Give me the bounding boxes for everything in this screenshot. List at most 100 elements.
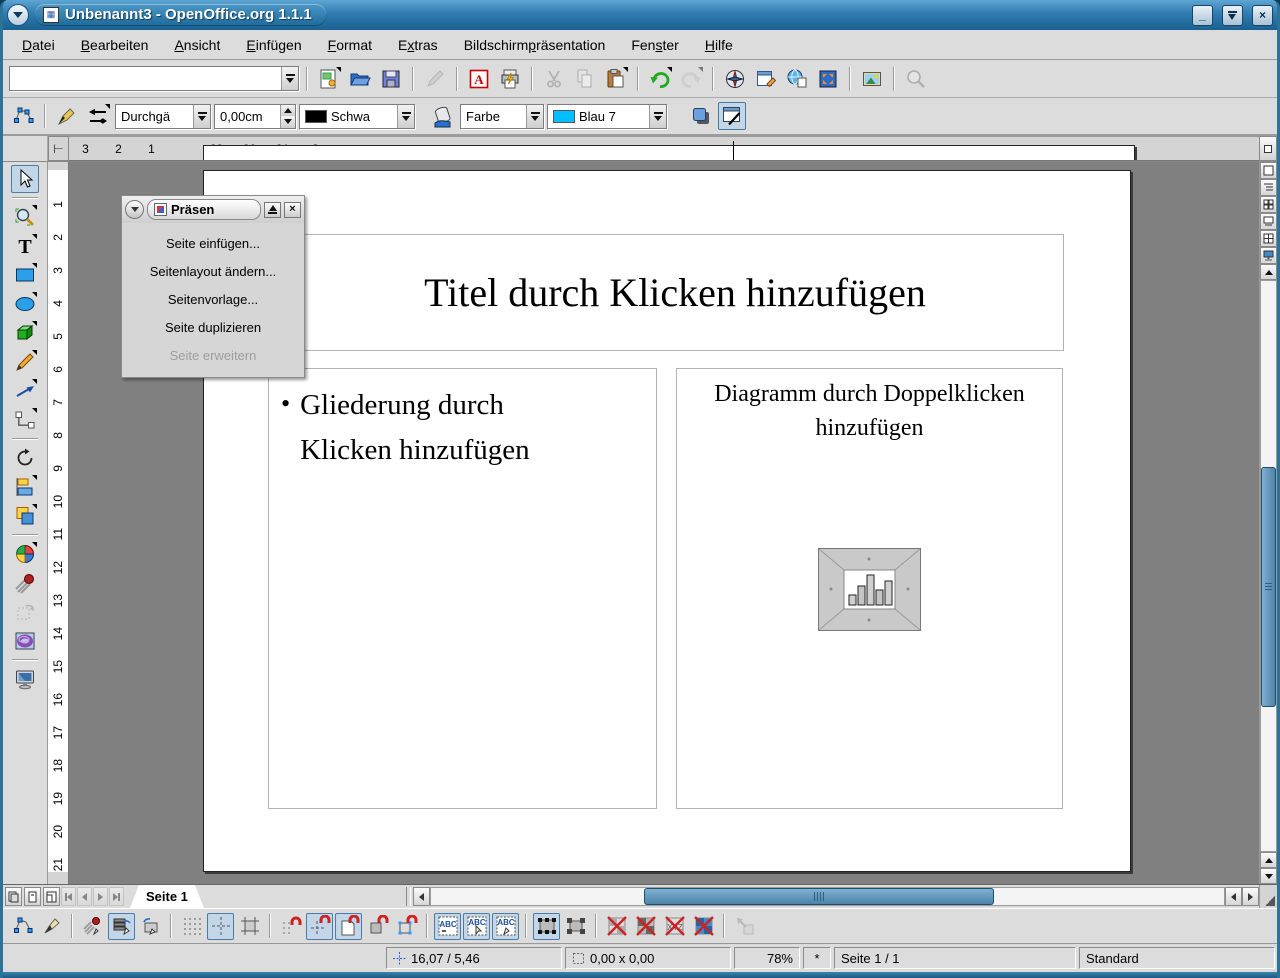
scroll-right-button[interactable] [1242, 887, 1259, 906]
area-fill-dropdown[interactable] [526, 105, 543, 128]
rotate-tool-button[interactable] [11, 444, 39, 472]
zoom-level-field[interactable]: 78% [734, 947, 800, 969]
redo-button[interactable] [677, 65, 705, 93]
picture-placeholder-toggle[interactable] [603, 913, 630, 940]
text-doubleclick-mode-toggle[interactable]: ABC [492, 913, 519, 940]
glue-points-toggle[interactable] [38, 913, 65, 940]
start-presentation-button[interactable] [11, 665, 39, 693]
drawing-view-button[interactable] [1260, 162, 1277, 179]
area-color-combo[interactable]: Blau 7 [547, 104, 667, 129]
exit-all-groups-button[interactable] [731, 913, 758, 940]
layer-mode-button[interactable] [43, 887, 60, 906]
line-color-dropdown[interactable] [397, 105, 414, 128]
snap-to-grid-toggle[interactable] [277, 913, 304, 940]
menu-item[interactable]: Fenster [618, 33, 691, 57]
workspace[interactable]: Titel durch Klicken hinzufügen • Glieder… [69, 162, 1259, 884]
menu-item[interactable]: Extras [385, 33, 451, 57]
palette-rollup-button[interactable] [264, 202, 281, 218]
palette-close-button[interactable]: × [284, 202, 301, 218]
edit-file-button[interactable] [421, 65, 449, 93]
hyperlink-button[interactable] [783, 65, 811, 93]
window-menu-button[interactable] [7, 4, 29, 26]
line-width-spin-buttons[interactable] [280, 105, 295, 128]
select-text-area-toggle[interactable] [137, 913, 164, 940]
search-button[interactable] [902, 65, 930, 93]
simple-handles-toggle[interactable] [533, 913, 560, 940]
palette-item[interactable]: Seitenlayout ändern... [122, 257, 304, 285]
connector-tool-button[interactable] [11, 406, 39, 434]
page-style-field[interactable]: Standard [1079, 947, 1275, 969]
scroll-left-button-2[interactable] [1225, 887, 1242, 906]
page-mode-button[interactable] [5, 887, 22, 906]
presentation-box-toggle[interactable] [718, 102, 746, 130]
guides-when-moving-toggle[interactable] [236, 913, 263, 940]
resize-corner[interactable] [1259, 885, 1277, 908]
line-width-value[interactable]: 0,00cm [215, 105, 280, 128]
page-tab[interactable]: Seite 1 [130, 885, 204, 908]
rectangle-tool-button[interactable] [11, 261, 39, 289]
outline-placeholder[interactable]: • Gliederung durch Klicken hinzufügen [268, 368, 657, 809]
copy-button[interactable] [571, 65, 599, 93]
stylist-button[interactable] [752, 65, 780, 93]
vertical-scroll-thumb[interactable] [1261, 467, 1276, 707]
shadow-button[interactable] [687, 102, 715, 130]
paste-button[interactable] [602, 65, 630, 93]
horizontal-ruler[interactable]: 321 123456789101112131415161718192021222… [69, 136, 1259, 161]
vertical-scrollbar[interactable] [1260, 280, 1277, 852]
line-style-dropdown[interactable] [193, 105, 210, 128]
zoom-scale-button[interactable] [814, 65, 842, 93]
spin-down-icon[interactable] [281, 116, 295, 128]
effects-button[interactable] [11, 540, 39, 568]
slides-view-button[interactable] [1260, 196, 1277, 213]
select-tool-button[interactable] [11, 165, 39, 193]
area-color-dropdown[interactable] [649, 105, 666, 128]
gallery-button[interactable] [858, 65, 886, 93]
open-button[interactable] [346, 65, 374, 93]
ruler-end-button[interactable] [1259, 136, 1277, 161]
url-input[interactable] [10, 67, 281, 90]
outline-view-button[interactable] [1260, 179, 1277, 196]
title-bar[interactable]: ▦ Unbenannt3 - OpenOffice.org 1.1.1 _ × [3, 0, 1277, 30]
menu-item[interactable]: Bearbeiten [68, 33, 162, 57]
maximize-button[interactable] [1222, 5, 1243, 26]
edit-points-toggle[interactable] [9, 913, 36, 940]
palette-title-bar[interactable]: Präsen × [122, 196, 304, 223]
close-button[interactable]: × [1252, 5, 1273, 26]
text-placeholder-toggle[interactable]: XYZ [661, 913, 688, 940]
line-color-combo[interactable]: Schwa [299, 104, 415, 129]
slide-page[interactable]: Titel durch Klicken hinzufügen • Glieder… [203, 170, 1131, 872]
palette-item[interactable]: Seitenvorlage... [122, 285, 304, 313]
animation-effects-button[interactable] [11, 598, 39, 626]
area-fill-combo[interactable]: Farbe [460, 104, 544, 129]
horizontal-scrollbar[interactable] [413, 887, 1259, 906]
scroll-left-button[interactable] [413, 887, 430, 906]
area-style-button[interactable] [429, 102, 457, 130]
chart-placeholder[interactable]: Diagramm durch Doppelklicken hinzufügen [676, 368, 1063, 809]
handout-view-button[interactable] [1260, 230, 1277, 247]
horizontal-scroll-track[interactable] [430, 887, 1225, 906]
interaction-button[interactable] [11, 569, 39, 597]
pattern-placeholder-toggle[interactable] [632, 913, 659, 940]
snap-to-snaplines-toggle[interactable] [306, 913, 333, 940]
menu-item[interactable]: Format [315, 33, 385, 57]
previous-page-button[interactable] [77, 887, 92, 906]
rotation-mode-toggle[interactable] [79, 913, 106, 940]
large-handles-toggle[interactable] [562, 913, 589, 940]
zoom-tool-button[interactable] [11, 203, 39, 231]
line-style-combo[interactable]: Durchgä [115, 104, 211, 129]
text-tool-button[interactable]: T [11, 232, 39, 260]
arrange-button[interactable] [11, 502, 39, 530]
edit-points-button[interactable] [9, 102, 37, 130]
palette-menu-button[interactable] [125, 200, 144, 219]
menu-item[interactable]: Hilfe [692, 33, 746, 57]
notes-view-button[interactable] [1260, 213, 1277, 230]
palette-item[interactable]: Seite duplizieren [122, 313, 304, 341]
next-page-button[interactable] [93, 887, 108, 906]
start-show-button[interactable] [1260, 247, 1277, 264]
controller-3d-button[interactable] [11, 627, 39, 655]
spin-up-icon[interactable] [281, 105, 295, 117]
object-placeholder-toggle[interactable] [690, 913, 717, 940]
line-pen-button[interactable] [53, 102, 81, 130]
snap-lines-visible-toggle[interactable] [207, 913, 234, 940]
text-edit-mode-toggle[interactable]: ABC [434, 913, 461, 940]
